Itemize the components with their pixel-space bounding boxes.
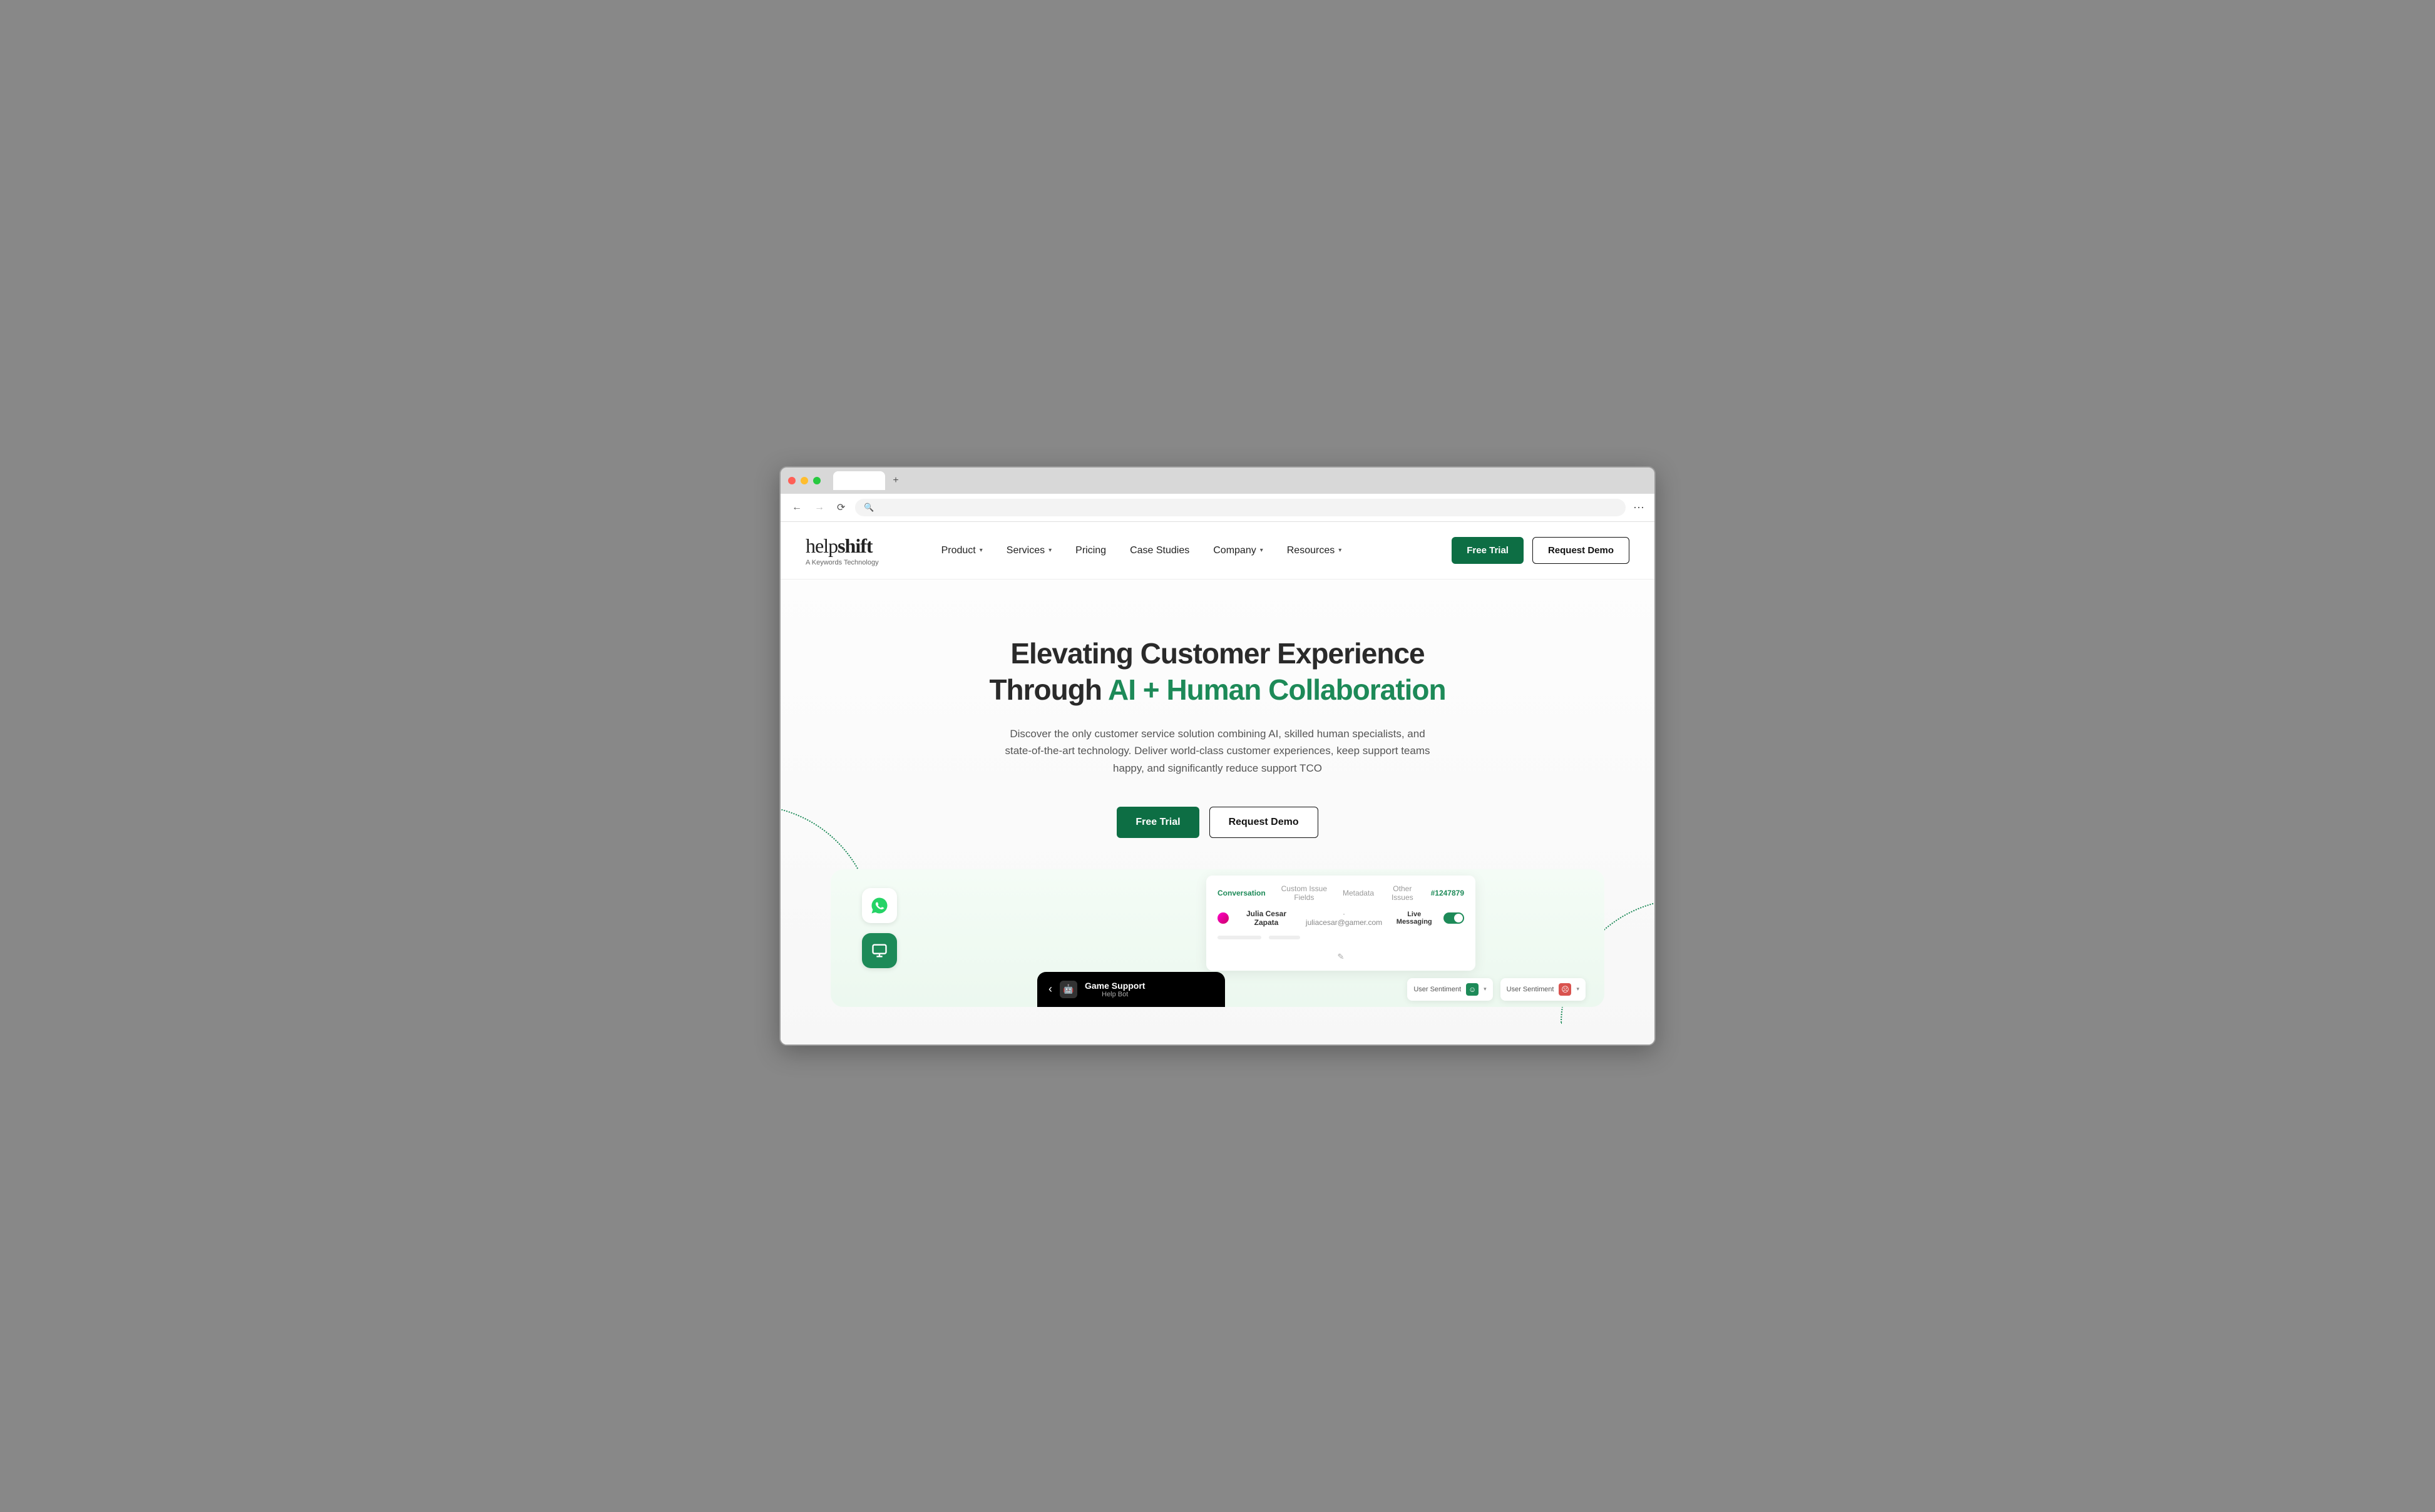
hero-subtitle: Discover the only customer service solut… xyxy=(1005,725,1430,777)
sentiment-badges: User Sentiment ☺ ▾ User Sentiment ☹ ▾ xyxy=(1407,978,1586,1001)
channel-icons xyxy=(862,888,897,968)
forward-button[interactable]: → xyxy=(812,499,827,516)
nav-pricing-label: Pricing xyxy=(1075,545,1106,556)
nav-resources-label: Resources xyxy=(1287,545,1335,556)
request-demo-button[interactable]: Request Demo xyxy=(1532,537,1629,564)
nav-company-label: Company xyxy=(1213,545,1256,556)
live-messaging-label: Live Messaging xyxy=(1389,911,1440,926)
user-name: Julia Cesar Zapata xyxy=(1234,909,1299,927)
free-trial-button[interactable]: Free Trial xyxy=(1452,537,1524,564)
sentiment-negative[interactable]: User Sentiment ☹ ▾ xyxy=(1500,978,1586,1001)
nav-services-label: Services xyxy=(1007,545,1045,556)
conversation-panel: Conversation Custom Issue Fields Metadat… xyxy=(1206,876,1475,971)
logo-part-help: help xyxy=(806,534,838,557)
maximize-window-icon[interactable] xyxy=(813,477,821,484)
sentiment-label: User Sentiment xyxy=(1507,986,1554,993)
conversation-tabs: Conversation Custom Issue Fields Metadat… xyxy=(1218,884,1464,902)
tab-other-issues[interactable]: Other Issues xyxy=(1385,884,1420,902)
chat-title: Game Support xyxy=(1085,981,1145,991)
chat-subtitle: Help Bot xyxy=(1085,991,1145,998)
browser-menu-button[interactable]: ⋯ xyxy=(1633,501,1646,514)
conversation-user-row: Julia Cesar Zapata · juliacesar@gamer.co… xyxy=(1218,909,1464,927)
window-controls xyxy=(788,477,821,484)
hero-cta-group: Free Trial Request Demo xyxy=(806,807,1629,838)
logo-text: helpshift xyxy=(806,534,879,558)
browser-window: + ← → ⟳ 🔍 ⋯ helpshift A Keywords Technol… xyxy=(779,466,1656,1046)
tab-metadata[interactable]: Metadata xyxy=(1343,889,1374,897)
product-preview: ‹ 🤖 Game Support Help Bot Conversation C… xyxy=(831,869,1604,1007)
edit-icon[interactable]: ✎ xyxy=(1218,952,1464,962)
whatsapp-icon xyxy=(862,888,897,923)
hero-title-line1: Elevating Customer Experience xyxy=(1010,637,1424,670)
desktop-icon xyxy=(862,933,897,968)
hero-section: Elevating Customer Experience Through AI… xyxy=(781,580,1654,1045)
browser-tab[interactable] xyxy=(833,471,885,490)
hero-title-line2-pre: Through xyxy=(989,673,1108,706)
reload-button[interactable]: ⟳ xyxy=(834,499,848,516)
user-email: · juliacesar@gamer.com xyxy=(1304,909,1384,927)
browser-titlebar: + xyxy=(781,467,1654,494)
nav-product[interactable]: Product ▾ xyxy=(941,545,983,556)
logo[interactable]: helpshift A Keywords Technology xyxy=(806,534,879,566)
site-header: helpshift A Keywords Technology Product … xyxy=(781,522,1654,580)
nav-pricing[interactable]: Pricing xyxy=(1075,545,1106,556)
new-tab-button[interactable]: + xyxy=(888,472,903,489)
browser-tabs: + xyxy=(833,471,904,490)
back-button[interactable]: ← xyxy=(789,499,804,516)
header-cta-group: Free Trial Request Demo xyxy=(1452,537,1629,564)
chevron-down-icon: ▾ xyxy=(1338,547,1341,554)
bot-icon: 🤖 xyxy=(1060,981,1077,998)
chevron-down-icon: ▾ xyxy=(1484,986,1487,993)
nav-product-label: Product xyxy=(941,545,976,556)
minimize-window-icon[interactable] xyxy=(801,477,808,484)
placeholder-lines xyxy=(1218,936,1464,939)
placeholder-line xyxy=(1218,936,1261,939)
avatar xyxy=(1218,912,1229,924)
nav-case-studies[interactable]: Case Studies xyxy=(1130,545,1189,556)
browser-toolbar: ← → ⟳ 🔍 ⋯ xyxy=(781,494,1654,522)
address-bar[interactable]: 🔍 xyxy=(855,499,1626,516)
search-icon: 🔍 xyxy=(864,503,874,513)
chat-header-text: Game Support Help Bot xyxy=(1085,981,1145,998)
logo-tagline: A Keywords Technology xyxy=(806,559,879,566)
hero-request-demo-button[interactable]: Request Demo xyxy=(1209,807,1318,838)
sentiment-label: User Sentiment xyxy=(1413,986,1461,993)
nav-company[interactable]: Company ▾ xyxy=(1213,545,1263,556)
chevron-down-icon: ▾ xyxy=(1048,547,1052,554)
frown-icon: ☹ xyxy=(1559,983,1571,996)
main-nav: Product ▾ Services ▾ Pricing Case Studie… xyxy=(941,545,1342,556)
live-messaging-toggle[interactable]: Live Messaging xyxy=(1389,911,1464,926)
nav-case-studies-label: Case Studies xyxy=(1130,545,1189,556)
close-window-icon[interactable] xyxy=(788,477,796,484)
sentiment-positive[interactable]: User Sentiment ☺ ▾ xyxy=(1407,978,1492,1001)
tab-conversation[interactable]: Conversation xyxy=(1218,889,1266,897)
placeholder-line xyxy=(1269,936,1300,939)
chevron-down-icon: ▾ xyxy=(1260,547,1263,554)
user-email-value: juliacesar@gamer.com xyxy=(1306,918,1382,927)
chevron-down-icon: ▾ xyxy=(1576,986,1579,993)
toggle-switch-icon xyxy=(1443,912,1464,924)
hero-title: Elevating Customer Experience Through AI… xyxy=(806,636,1629,708)
logo-part-shift: shift xyxy=(838,534,872,557)
page-content: helpshift A Keywords Technology Product … xyxy=(781,522,1654,1045)
chat-back-button[interactable]: ‹ xyxy=(1048,983,1052,996)
nav-resources[interactable]: Resources ▾ xyxy=(1287,545,1342,556)
issue-id: #1247879 xyxy=(1431,889,1464,897)
hero-title-accent: AI + Human Collaboration xyxy=(1108,673,1446,706)
hero-free-trial-button[interactable]: Free Trial xyxy=(1117,807,1199,838)
chevron-down-icon: ▾ xyxy=(980,547,983,554)
tab-custom-fields[interactable]: Custom Issue Fields xyxy=(1277,884,1331,902)
smile-icon: ☺ xyxy=(1466,983,1479,996)
chat-widget: ‹ 🤖 Game Support Help Bot xyxy=(1037,972,1225,1007)
nav-services[interactable]: Services ▾ xyxy=(1007,545,1052,556)
